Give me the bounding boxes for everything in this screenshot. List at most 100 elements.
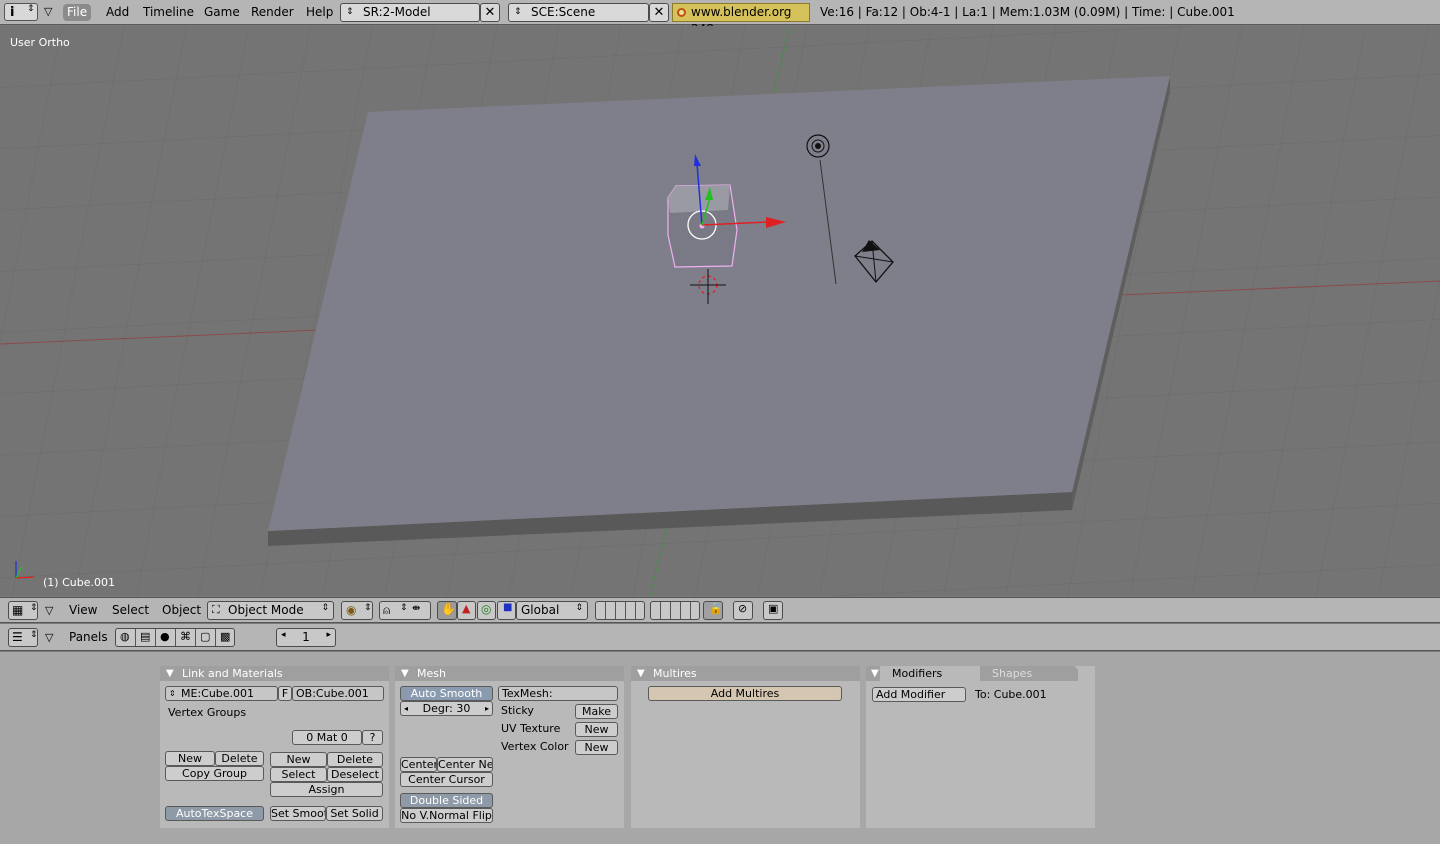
no-vnormal-flip-toggle[interactable]: No V.Normal Flip [400,808,493,823]
draw-type-selector[interactable]: ◉ ⇕ [341,601,373,620]
render-anim-button[interactable]: ▣ [763,601,783,620]
autotexspace-toggle[interactable]: AutoTexSpace [165,806,264,821]
menu-view[interactable]: View [69,601,97,620]
translate-triangle-icon: ▲ [462,602,471,615]
blender-logo-icon [677,8,686,17]
layer-buttons-2[interactable] [650,601,700,620]
info-header: i ⇕ ▽ File Add Timeline Game Render Help… [0,0,1440,36]
3d-viewport[interactable]: User Ortho (1) Cube.001 [0,26,1440,596]
window-type-button[interactable]: i ⇕ [4,3,38,21]
collapse-menu-triangle-icon[interactable]: ▽ [45,628,53,647]
info-icon: i [10,5,15,20]
editing-icon: ▢ [200,630,211,643]
set-solid-button[interactable]: Set Solid [326,806,383,821]
translate-manipulator-button[interactable]: ▲ [457,601,476,620]
mesh-datablock-field[interactable]: ⇕ ME:Cube.001 [165,686,278,701]
panels-label: Panels [69,630,108,644]
scene-selector[interactable]: ⇕ SCE:Scene [508,3,649,22]
panel-header[interactable]: ▼ Multires [631,666,860,681]
set-smooth-button[interactable]: Set Smoot [270,806,326,821]
updown-arrows-icon: ⇕ [30,603,38,613]
mode-selector[interactable]: ⛶ Object Mode ⇕ [207,601,334,620]
object-name-field[interactable]: OB:Cube.001 [292,686,384,701]
scene-icon: ▩ [220,630,231,643]
delete-scene-button[interactable]: ✕ [649,3,669,22]
menu-timeline[interactable]: Timeline [139,4,198,21]
vertex-color-new-button[interactable]: New [575,740,618,755]
screen-selector[interactable]: ⇕ SR:2-Model [340,3,480,22]
scene-name: SCE:Scene [531,5,596,19]
orientation-selector[interactable]: Global ⇕ [516,601,588,620]
material-help-button[interactable]: ? [362,730,383,745]
menu-select[interactable]: Select [112,601,149,620]
scale-manipulator-button[interactable]: ■ [497,601,516,620]
vertex-groups-label: Vertex Groups [168,706,247,719]
center-cursor-button[interactable]: Center Cursor [400,772,493,787]
copy-group-button[interactable]: Copy Group [165,766,264,781]
material-index-field[interactable]: 0 Mat 0 [292,730,362,745]
panel-header[interactable]: ▼ Link and Materials [160,666,389,681]
lock-layers-button[interactable]: 🔒 [703,601,723,620]
material-select-button[interactable]: Select [270,767,327,782]
window-type-3d-button[interactable]: ▦ ⇕ [8,601,38,620]
delete-screen-button[interactable]: ✕ [480,3,500,22]
material-assign-button[interactable]: Assign [270,782,383,797]
shading-icon: ● [160,630,170,643]
modifier-target-label: To: Cube.001 [975,688,1047,701]
texmesh-field[interactable]: TexMesh: [498,686,618,701]
collapse-triangle-icon[interactable]: ▼ [166,666,174,681]
tab-shapes[interactable]: Shapes [980,666,1078,681]
uv-texture-label: UV Texture [501,722,561,735]
add-modifier-button[interactable]: Add Modifier [872,687,966,702]
collapse-menu-triangle-icon[interactable]: ▽ [45,601,53,620]
tab-modifiers[interactable]: Modifiers [880,666,980,681]
screen-name: SR:2-Model [363,5,431,19]
window-type-buttons-button[interactable]: ☰ ⇕ [8,628,38,647]
blender-url-badge[interactable]: www.blender.org 248 [672,3,810,36]
smooth-degree-value: Degr: 30 [422,702,471,715]
center-button[interactable]: Center [400,757,437,772]
collapse-triangle-icon[interactable]: ▼ [637,666,645,681]
ogl-render-button[interactable]: ⊘ [733,601,753,620]
menu-render[interactable]: Render [247,4,298,21]
sticky-make-button[interactable]: Make [575,704,618,719]
manipulator-toggle-button[interactable]: ✋ [437,601,457,620]
menu-game[interactable]: Game [200,4,244,21]
collapse-triangle-icon[interactable]: ▼ [866,666,880,681]
logic-icon: ◍ [120,630,130,643]
center-new-button[interactable]: Center Ne [437,757,493,772]
plane-top[interactable] [268,76,1170,531]
object-icon: ⌘ [180,630,191,643]
uv-texture-new-button[interactable]: New [575,722,618,737]
panel-header[interactable]: ▼ Mesh [395,666,624,681]
material-index-value: 0 Mat 0 [306,731,348,744]
vertex-group-delete-button[interactable]: Delete [215,751,264,766]
auto-smooth-toggle[interactable]: Auto Smooth [400,686,493,701]
scene-stats: Ve:16 | Fa:12 | Ob:4-1 | La:1 | Mem:1.03… [820,5,1235,19]
pivot-icon: ⍝ [383,603,391,617]
3d-view-header: ▦ ⇕ ▽ View Select Object ⛶ Object Mode ⇕… [0,597,1440,623]
smooth-degree-field[interactable]: ◂ Degr: 30 ▸ [400,701,493,716]
material-deselect-button[interactable]: Deselect [327,767,383,782]
collapse-triangle-icon[interactable]: ▼ [401,666,409,681]
material-new-button[interactable]: New [270,752,327,767]
material-delete-button[interactable]: Delete [327,752,383,767]
menu-object[interactable]: Object [162,601,201,620]
menu-add[interactable]: Add [102,4,133,21]
pivot-selector[interactable]: ⍝ ⇕ ⇼ [379,601,431,620]
menu-file[interactable]: File [63,4,92,21]
rotate-manipulator-button[interactable]: ◎ [477,601,496,620]
collapse-menu-triangle-icon[interactable]: ▽ [44,5,52,18]
double-sided-toggle[interactable]: Double Sided [400,793,493,808]
multires-panel: ▼ Multires Add Multires [631,666,860,828]
vertex-group-new-button[interactable]: New [165,751,215,766]
add-multires-button[interactable]: Add Multires [648,686,842,701]
layer-buttons-1[interactable] [595,601,645,620]
fake-user-button[interactable]: F [278,686,292,701]
context-buttons[interactable]: ◍ ▤ ● ⌘ ▢ ▩ [115,628,235,647]
menu-help[interactable]: Help [302,4,337,21]
script-icon: ▤ [140,630,151,643]
frame-number-field[interactable]: ◂ 1 ▸ [276,628,336,647]
buttons-window: ▼ Link and Materials ⇕ ME:Cube.001 F OB:Cu… [0,652,1440,844]
orientation-label: Global [521,603,560,617]
